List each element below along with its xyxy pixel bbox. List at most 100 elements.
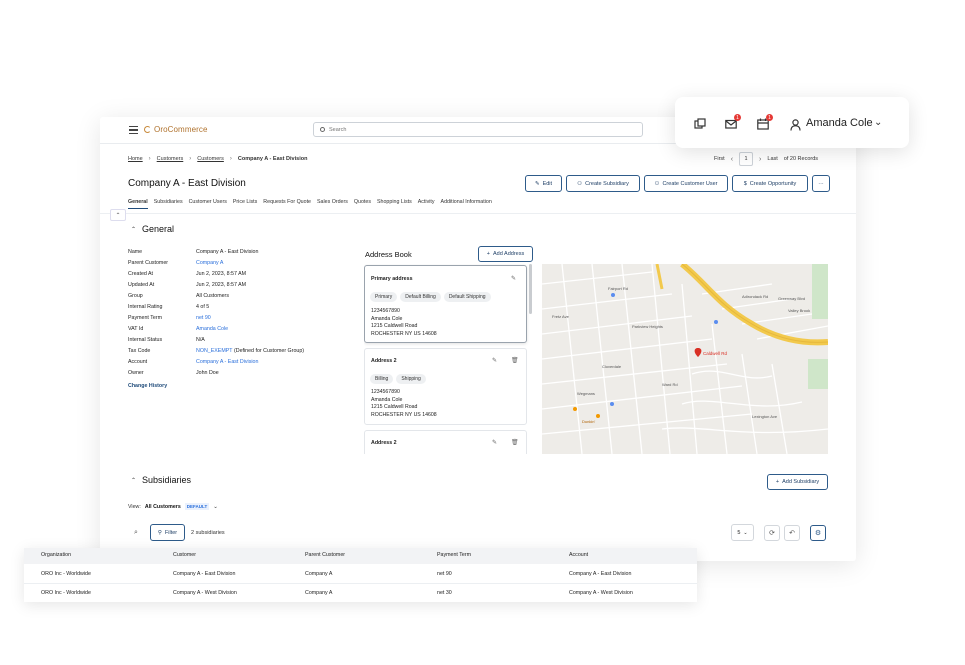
mail-icon[interactable]: 1	[725, 114, 741, 129]
address-street: 1215 Caldwell Road	[371, 404, 418, 411]
breadcrumb-home[interactable]: Home	[128, 156, 143, 162]
table-cell: net 30	[437, 590, 452, 596]
copy-icon[interactable]	[694, 117, 706, 129]
change-history-link[interactable]: Change History	[128, 383, 167, 389]
search-icon[interactable]: ⌕	[128, 524, 144, 541]
table-cell: net 90	[437, 571, 452, 577]
prop-row: Payment Term net 90	[128, 312, 304, 323]
tab-additional-information[interactable]: Additional Information	[441, 199, 492, 209]
tab-customer-users[interactable]: Customer Users	[189, 199, 227, 209]
column-header[interactable]: Customer	[173, 552, 196, 558]
address-tags: Billing Shipping	[370, 374, 426, 384]
edit-button[interactable]: ✎ Edit	[525, 175, 562, 192]
default-badge: DEFAULT	[184, 503, 210, 510]
search-box[interactable]	[313, 122, 643, 137]
more-button[interactable]: ···	[812, 175, 830, 192]
page-size-select[interactable]: 5 ⌄	[731, 524, 754, 541]
refresh-icon[interactable]: ⟳	[764, 525, 780, 541]
column-header[interactable]: Organization	[41, 552, 71, 558]
account-link[interactable]: Company A - East Division	[196, 359, 258, 365]
vat-id-link[interactable]: Amanda Cole	[196, 326, 228, 332]
map-graphic	[542, 264, 828, 454]
prop-value: Company A - East Division	[196, 248, 259, 255]
payment-term-link[interactable]: net 90	[196, 315, 211, 321]
address-card-title: Address 2	[371, 358, 397, 364]
tab-shopping-lists[interactable]: Shopping Lists	[377, 199, 412, 209]
pencil-icon[interactable]: ✎	[511, 275, 517, 282]
pencil-icon[interactable]: ✎	[492, 357, 498, 364]
trash-icon[interactable]: 🗑	[511, 439, 519, 446]
chevron-down-icon[interactable]: ⌄	[874, 117, 882, 128]
address-tag: Default Billing	[400, 292, 441, 302]
breadcrumb-customers[interactable]: Customers	[157, 156, 184, 162]
map-label: Adirondack Rd	[742, 294, 769, 299]
pager-first[interactable]: First	[714, 156, 725, 162]
address-card-title: Address 2	[371, 440, 397, 446]
tab-quotes[interactable]: Quotes	[354, 199, 371, 209]
pager-page-input[interactable]: 1	[739, 152, 754, 166]
column-header[interactable]: Account	[569, 552, 588, 558]
map-label: Fairport Rd	[608, 286, 629, 291]
tab-requests-for-quote[interactable]: Requests For Quote	[263, 199, 311, 209]
address-map[interactable]: Caldwell Rd Fairport Rd Dunkin' Adironda…	[542, 264, 828, 454]
trash-icon[interactable]: 🗑	[511, 357, 519, 364]
subsidiaries-section-header[interactable]: ⌃ Subsidiaries	[131, 475, 191, 485]
create-opportunity-button[interactable]: $ Create Opportunity	[732, 175, 808, 192]
pager-last[interactable]: Last	[767, 156, 777, 162]
create-customer-user-button[interactable]: ⚇ Create Customer User	[644, 175, 728, 192]
divider	[100, 213, 856, 214]
user-name[interactable]: Amanda Cole	[806, 117, 873, 129]
table-cell: Company A - East Division	[569, 571, 632, 577]
table-cell[interactable]: Company A - West Division	[173, 590, 237, 596]
filter-button[interactable]: ⚲ Filter	[150, 524, 185, 541]
view-name: All Customers	[144, 503, 181, 510]
page-size-value: 5	[737, 529, 741, 536]
create-subsidiary-label: Create Subsidiary	[585, 180, 629, 187]
address-tag: Primary	[370, 292, 398, 302]
address-street: 1215 Caldwell Road	[371, 323, 418, 330]
subsidiaries-table: Organization Customer Parent Customer Pa…	[24, 548, 697, 602]
create-subsidiary-button[interactable]: ⚇ Create Subsidiary	[566, 175, 640, 192]
grid-view-selector[interactable]: View: All Customers DEFAULT ⌄	[128, 503, 218, 510]
column-header[interactable]: Parent Customer	[305, 552, 345, 558]
column-header[interactable]: Payment Term	[437, 552, 471, 558]
table-cell: ORO Inc - Worldwide	[41, 571, 91, 577]
address-card[interactable]: Address 2 ✎ 🗑	[364, 430, 527, 454]
tab-sales-orders[interactable]: Sales Orders	[317, 199, 348, 209]
add-subsidiary-button[interactable]: + Add Subsidiary	[767, 474, 828, 490]
action-buttons: ✎ Edit ⚇ Create Subsidiary ⚇ Create Custome…	[525, 175, 830, 192]
tax-code-link[interactable]: NON_EXEMPT	[196, 348, 233, 354]
general-section-header[interactable]: ⌃ General	[131, 224, 174, 234]
grid-settings-icon[interactable]: ⚙	[810, 525, 826, 541]
address-lines: 1234567890 Amanda Cole 1215 Caldwell Roa…	[371, 308, 437, 338]
chevron-up-icon[interactable]: ⌃	[110, 209, 126, 221]
table-cell: Company A	[305, 590, 333, 596]
pencil-icon[interactable]: ✎	[492, 439, 498, 446]
logo[interactable]: OroCommerce	[144, 125, 208, 134]
reset-icon[interactable]: ↶	[784, 525, 800, 541]
prop-row: Updated At Jun 2, 2023, 8:57 AM	[128, 279, 304, 290]
add-address-button[interactable]: + Add Address	[478, 246, 533, 262]
map-label: Ward Rd	[662, 382, 678, 387]
calendar-icon[interactable]: 1	[757, 114, 773, 130]
table-cell[interactable]: Company A - East Division	[173, 571, 235, 577]
chevron-right-icon: ›	[229, 156, 232, 162]
hamburger-icon[interactable]	[129, 126, 138, 134]
mail-notification-badge: 1	[734, 114, 741, 121]
breadcrumb-customers-2[interactable]: Customers	[197, 156, 224, 162]
tab-subsidiaries[interactable]: Subsidiaries	[154, 199, 183, 209]
tab-price-lists[interactable]: Price Lists	[233, 199, 257, 209]
parent-customer-link[interactable]: Company A	[196, 260, 223, 266]
address-card[interactable]: Address 2 ✎ 🗑 Billing Shipping 123456789…	[364, 348, 527, 425]
address-card[interactable]: Primary address ✎ Primary Default Billin…	[364, 265, 527, 343]
chevron-right-icon[interactable]: ›	[759, 156, 761, 163]
table-cell: Company A - West Division	[569, 590, 633, 596]
user-icon[interactable]	[790, 118, 802, 131]
chevron-left-icon[interactable]: ‹	[731, 156, 733, 163]
tab-activity[interactable]: Activity	[418, 199, 435, 209]
view-label: View:	[128, 503, 141, 510]
grid-toolbar: ⌕ ⚲ Filter 2 subsidiaries	[128, 524, 225, 541]
tab-general[interactable]: General	[128, 199, 148, 209]
search-input[interactable]	[329, 126, 629, 133]
address-scrollbar[interactable]	[529, 264, 532, 314]
